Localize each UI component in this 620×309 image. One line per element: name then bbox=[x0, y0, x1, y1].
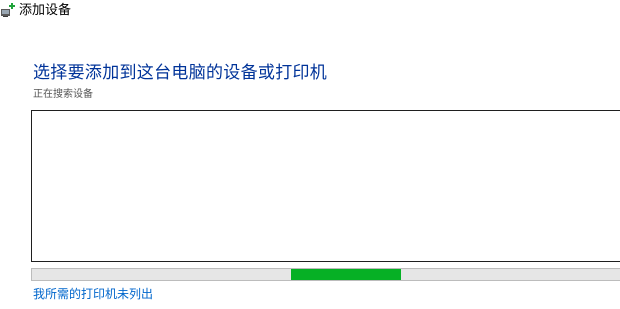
printer-not-listed-link[interactable]: 我所需的打印机未列出 bbox=[33, 287, 153, 301]
search-status-text: 正在搜索设备 bbox=[33, 89, 93, 100]
add-device-icon bbox=[0, 2, 16, 18]
page-heading: 选择要添加到这台电脑的设备或打印机 bbox=[33, 63, 328, 83]
search-progress-bar bbox=[31, 268, 620, 281]
device-list[interactable] bbox=[31, 110, 620, 262]
title-bar: 添加设备 bbox=[0, 0, 620, 22]
progress-indicator bbox=[291, 269, 401, 280]
window-title: 添加设备 bbox=[19, 3, 72, 18]
